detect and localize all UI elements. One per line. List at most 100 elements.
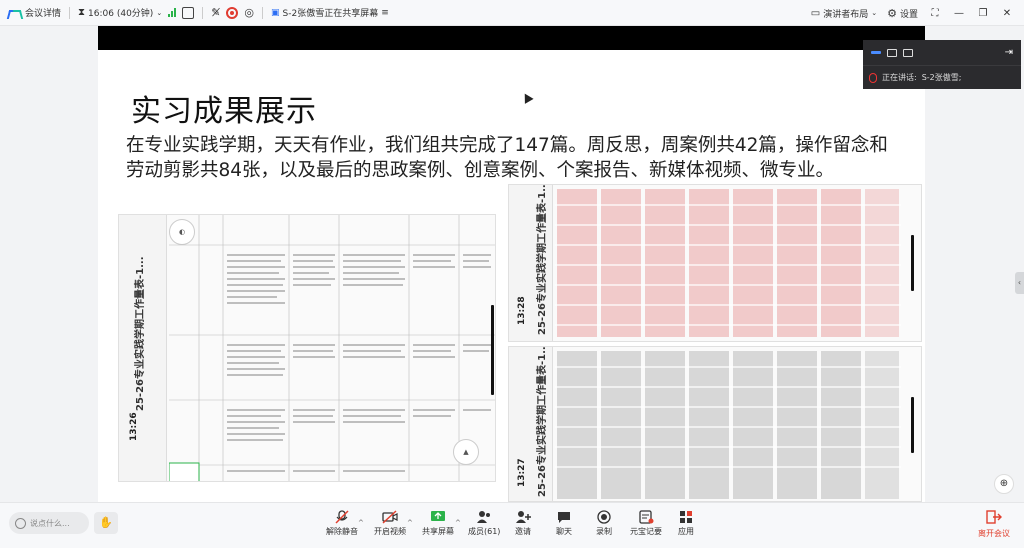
floating-button-icon[interactable]: ▲ [453, 439, 479, 465]
video-off-icon [382, 510, 398, 524]
invite-label: 邀请 [515, 527, 531, 536]
speaker-view-icon[interactable] [871, 51, 881, 54]
emoji-icon[interactable] [15, 517, 26, 529]
apps-label: 应用 [678, 527, 694, 536]
gear-icon: ⚙ [887, 6, 897, 20]
share-screen-status-icon: ▣ [271, 7, 280, 18]
restore-icon[interactable]: ❐ [976, 8, 990, 19]
meeting-time: 16:06 (40分钟) [88, 9, 154, 19]
unmute-label: 解除静音 [326, 527, 358, 536]
raise-hand-icon[interactable]: ✋ [94, 512, 118, 534]
hide-view-button[interactable]: ◎ [244, 6, 254, 19]
network-signal[interactable] [168, 8, 177, 17]
quick-chat-input[interactable]: 说点什么... [9, 512, 89, 534]
hourglass-icon: ⧗ [78, 7, 86, 18]
layout-icon: ▭ [810, 7, 821, 19]
apps-icon [678, 510, 694, 524]
screenshot-title: 25-26专业实践学期工作量表-1... [537, 184, 548, 335]
share-screen-button[interactable]: 共享屏幕 [422, 510, 454, 537]
top-bar: 会议详情 ⧗ 16:06 (40分钟) ⌄ ✎̸ ◎ ▣ S-2张傲雪正在共享屏… [0, 0, 1024, 26]
record-icon [596, 510, 612, 524]
apps-button[interactable]: 应用 [678, 510, 694, 537]
presenter-layout-button[interactable]: ▭ 演讲者布局 ⌄ [811, 7, 877, 20]
screenshot-time: 13:28 [517, 296, 527, 325]
signal-icon [168, 8, 177, 17]
annotate-off-button[interactable]: ✎̸ [211, 6, 220, 19]
scrollbar[interactable] [911, 235, 914, 291]
screenshot-title: 25-26专业实践学期工作量表-1... [135, 256, 146, 412]
share-screen-icon [430, 510, 446, 524]
screenshot-time: 13:27 [517, 458, 527, 487]
unmute-button[interactable]: 解除静音 [326, 510, 358, 537]
chevron-down-icon: ⌄ [156, 8, 163, 17]
gallery-view-icon[interactable] [887, 48, 897, 57]
invite-button[interactable]: 邀请 [515, 510, 531, 537]
annotation-off-icon: ✎̸ [211, 6, 221, 19]
record-label: 录制 [596, 527, 612, 536]
members-icon [476, 510, 492, 524]
chat-label: 聊天 [556, 527, 572, 536]
speaking-label: 正在讲话: [882, 73, 917, 82]
members-label: 成员(61) [468, 527, 501, 536]
worksheet-table [555, 189, 901, 337]
share-status[interactable]: ▣ S-2张傲雪正在共享屏幕 ≡ [271, 6, 389, 20]
shared-slide: 实习成果展示 在专业实践学期，天天有作业，我们组共完成了147篇。周反思，周案例… [98, 50, 925, 502]
chat-icon [556, 510, 572, 524]
start-video-button[interactable]: 开启视频 [374, 510, 406, 537]
meeting-summary-label: 元宝记要 [630, 527, 662, 536]
external-window-icon [182, 6, 195, 19]
bottom-toolbar: 说点什么... ✋ 解除静音 ^ 开启视频 ^ 共享屏幕 ^ 成员(61) 邀请 [0, 502, 1024, 548]
chevron-up-icon[interactable]: ^ [455, 519, 461, 527]
slide-body-text: 在专业实践学期，天天有作业，我们组共完成了147篇。周反思，周案例共42篇，操作… [126, 135, 888, 181]
divider [262, 6, 264, 19]
leave-meeting-label: 离开会议 [978, 529, 1010, 538]
members-button[interactable]: 成员(61) [468, 510, 500, 537]
meeting-details-button[interactable]: 会议详情 [8, 6, 61, 19]
screenshot-time: 13:26 [129, 412, 139, 441]
share-status-text: S-2张傲雪正在共享屏幕 [282, 9, 379, 19]
settings-button[interactable]: ⚙ 设置 [887, 7, 918, 20]
summary-icon [638, 510, 654, 524]
speaker-panel: ⇥ 正在讲话: S-2张傲雪; [863, 40, 1021, 89]
worksheet-table [169, 215, 495, 481]
list-view-icon[interactable] [903, 48, 913, 57]
divider [69, 6, 71, 19]
shared-screen-top-strip [98, 26, 925, 50]
phone-screenshot-right-bottom: 13:27 25-26专业实践学期工作量表-1... [508, 346, 922, 502]
mic-muted-icon [334, 510, 350, 524]
phone-screenshot-right-top: 13:28 25-26专业实践学期工作量表-1... [508, 184, 922, 342]
screenshot-title: 25-26专业实践学期工作量表-1... [537, 346, 548, 497]
mic-muted-icon [869, 72, 877, 83]
record-indicator[interactable] [226, 6, 239, 19]
leave-meeting-button[interactable]: 离开会议 [978, 510, 1010, 539]
record-button[interactable]: 录制 [596, 510, 612, 537]
start-video-label: 开启视频 [374, 527, 406, 536]
menu-icon: ≡ [381, 7, 389, 18]
collapse-panel-icon[interactable]: ⇥ [1005, 47, 1013, 58]
recording-icon [226, 6, 239, 19]
scrollbar[interactable] [491, 305, 494, 395]
chat-placeholder: 说点什么... [30, 518, 70, 528]
invite-icon [515, 510, 531, 524]
zoom-in-icon[interactable]: ⊕ [994, 474, 1014, 494]
meeting-summary-button[interactable]: 元宝记要 [630, 510, 662, 537]
close-icon[interactable]: ✕ [1000, 8, 1014, 19]
settings-label: 设置 [899, 9, 918, 20]
leave-door-icon [986, 510, 1002, 526]
chevron-up-icon[interactable]: ^ [407, 519, 413, 527]
chevron-up-icon[interactable]: ^ [358, 519, 364, 527]
presenter-layout-label: 演讲者布局 [823, 9, 869, 20]
phone-screenshot-left: 13:26 25-26专业实践学期工作量表-1... ◐ ▲ [118, 214, 496, 482]
divider [202, 6, 204, 19]
chevron-down-icon: ⌄ [871, 9, 878, 17]
minimize-icon[interactable]: — [952, 8, 966, 19]
worksheet-table [555, 351, 901, 499]
meeting-timer[interactable]: ⧗ 16:06 (40分钟) ⌄ [78, 6, 162, 19]
chat-button[interactable]: 聊天 [556, 510, 572, 537]
slide-title: 实习成果展示 [131, 94, 317, 129]
meeting-details-label: 会议详情 [25, 9, 62, 19]
side-panel-toggle[interactable]: ‹ [1015, 272, 1024, 294]
popout-button[interactable] [182, 6, 195, 19]
scrollbar[interactable] [911, 397, 914, 453]
fullscreen-icon[interactable]: ⛶ [928, 8, 942, 19]
